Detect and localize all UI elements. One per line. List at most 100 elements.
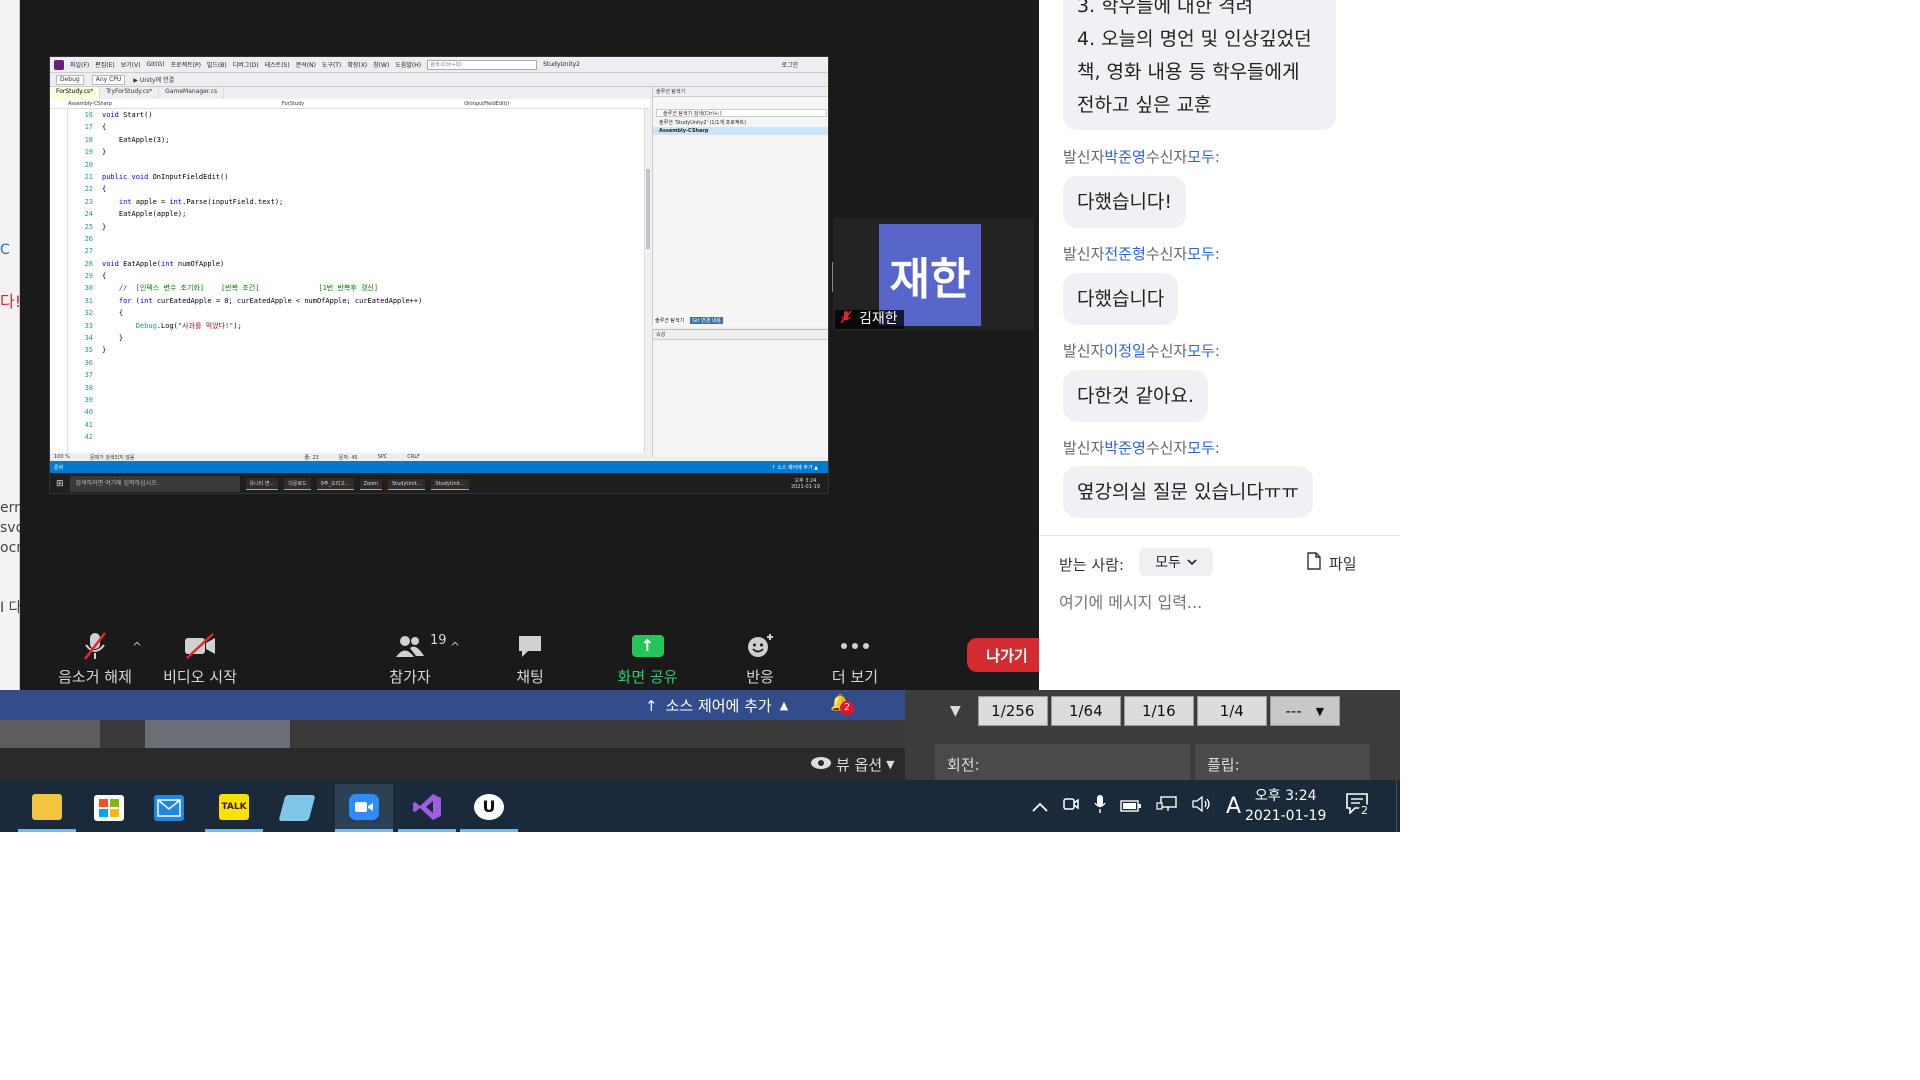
scale-button[interactable]: 1/64	[1050, 696, 1121, 726]
scale-button[interactable]: 1/4	[1196, 696, 1267, 726]
menu-item[interactable]: 도구(T)	[322, 60, 341, 69]
menu-item[interactable]: 확장(X)	[347, 60, 367, 69]
code-line: {	[102, 309, 124, 318]
participants-options-caret-icon[interactable]: ^	[450, 640, 460, 654]
caret-up-icon: ▲	[779, 699, 789, 712]
line-number: 24	[84, 210, 93, 219]
taskbar-kakaotalk[interactable]: TALK	[205, 784, 263, 832]
tab-git-changes[interactable]: Git 변경 내용	[690, 317, 724, 324]
recipient-name[interactable]: 모두	[1187, 342, 1215, 360]
leave-meeting-button[interactable]: 나가기	[967, 638, 1047, 672]
sender-name[interactable]: 전준형	[1104, 245, 1145, 263]
collapse-arrow-icon[interactable]: ▼	[950, 703, 961, 719]
menu-item[interactable]: 프로젝트(P)	[171, 60, 201, 69]
col-indicator: 문자: 45	[338, 454, 358, 461]
code-editor[interactable]: 16 17 18 19 20 21 22 23 24 25 26 27 28 2…	[50, 109, 650, 453]
participant-video-tile[interactable]: 재한 김재한	[833, 218, 1034, 331]
notification-center-icon[interactable]: 2	[1345, 792, 1370, 820]
share-screen-button[interactable]: ↑ 화면 공유	[600, 630, 695, 687]
notification-count: 2	[1359, 804, 1370, 817]
view-options-button[interactable]: 뷰 옵션 ▼	[810, 754, 895, 775]
unmute-label: 음소거 해제	[58, 668, 132, 686]
zoom-level[interactable]: 100 %	[54, 454, 70, 460]
menu-item[interactable]: 보기(V)	[121, 60, 141, 69]
config-dropdown[interactable]: Debug	[56, 74, 84, 85]
project-node[interactable]: Assembly-CSharp	[653, 127, 828, 135]
menu-item[interactable]: 파일(F)	[70, 60, 89, 69]
menu-item[interactable]: 창(W)	[373, 60, 389, 69]
volume-icon[interactable]	[1192, 795, 1212, 817]
scale-button[interactable]: 1/16	[1123, 696, 1194, 726]
rotation-field[interactable]: 회전:	[935, 744, 1190, 780]
folder-icon	[32, 793, 62, 820]
recipient-name[interactable]: 모두	[1187, 245, 1215, 263]
menu-item[interactable]: 편집(E)	[95, 60, 115, 69]
platform-dropdown[interactable]: Any CPU	[91, 74, 126, 85]
reactions-button[interactable]: 반응	[730, 630, 790, 687]
audio-options-caret-icon[interactable]: ^	[132, 640, 142, 654]
taskbar-unreal[interactable]: U	[460, 784, 518, 832]
chat-button[interactable]: 채팅	[500, 630, 560, 687]
file-button[interactable]: 파일	[1307, 552, 1357, 574]
input-language-indicator[interactable]: A	[1226, 794, 1241, 819]
recipient-name[interactable]: 모두	[1187, 148, 1215, 166]
tab-tryforstudy[interactable]: TryForStudy.cs*	[100, 87, 160, 99]
taskbar-file-explorer[interactable]	[18, 784, 76, 832]
menu-item[interactable]: 분석(N)	[296, 60, 316, 69]
unmute-button[interactable]: 음소거 해제	[50, 630, 140, 687]
thumbnail[interactable]	[0, 720, 100, 748]
receiver-dropdown[interactable]: 모두	[1139, 548, 1213, 576]
notification-bell-icon[interactable]: 🔔 2	[830, 693, 854, 715]
background-window-lower: ↑ 소스 제어에 추가 ▲ 🔔 2 뷰 옵션 ▼	[0, 690, 905, 780]
recipient-name[interactable]: 모두	[1187, 439, 1215, 457]
line-number: 34	[84, 334, 93, 343]
attach-unity-button[interactable]: ▶ Unity에 연결	[133, 75, 174, 84]
tab-gamemanager[interactable]: GameManager.cs	[159, 87, 225, 99]
sender-name[interactable]: 이정일	[1104, 342, 1145, 360]
editor-scrollbar[interactable]	[644, 109, 650, 453]
taskbar-clock[interactable]: 오후 3:24 2021-01-19	[1245, 786, 1326, 826]
class-dropdown[interactable]: ForStudy	[282, 101, 304, 107]
flip-field[interactable]: 플립:	[1195, 744, 1370, 780]
scale-dropdown[interactable]: --- ▼	[1269, 696, 1340, 726]
show-hidden-icons-chevron-icon[interactable]	[1032, 796, 1048, 817]
show-desktop-button[interactable]	[1396, 780, 1400, 832]
sender-name[interactable]: 박준영	[1104, 439, 1145, 457]
line-number: 30	[84, 284, 93, 293]
taskbar-visual-studio[interactable]	[398, 784, 456, 832]
chat-message-input[interactable]	[1059, 588, 1379, 616]
solution-search[interactable]: 솔루션 탐색기 검색(Ctrl+;)	[656, 109, 827, 117]
tab-solution-explorer[interactable]: 솔루션 탐색기	[653, 317, 687, 324]
taskbar-zoom[interactable]	[335, 784, 393, 832]
taskbar-mail[interactable]	[140, 784, 198, 832]
properties-panel: 속성	[652, 329, 828, 457]
vs-search-box[interactable]: 검색 (Ctrl+Q)	[427, 59, 538, 70]
line-number: 32	[84, 309, 93, 318]
scale-button[interactable]: 1/256	[977, 696, 1048, 726]
add-to-source-control-button[interactable]: ↑ 소스 제어에 추가 ▲	[645, 695, 788, 716]
participants-button[interactable]: 19 참가자	[375, 630, 446, 687]
taskbar-notepad[interactable]	[268, 784, 326, 832]
menu-item[interactable]: 도움말(H)	[395, 60, 421, 69]
menu-item[interactable]: Git(G)	[147, 61, 165, 68]
solution-node[interactable]: 솔루션 'StudyUnity2' (1/1개 프로젝트)	[653, 119, 828, 127]
chat-message-bubble: 다했습니다!	[1063, 176, 1187, 228]
more-button[interactable]: 더 보기	[815, 630, 895, 687]
issues-indicator[interactable]: 문제가 검색되지 않음	[90, 454, 135, 461]
tab-forstudy[interactable]: ForStudy.cs*	[50, 87, 101, 99]
network-icon[interactable]	[1156, 795, 1178, 818]
menu-item[interactable]: 빌드(B)	[207, 60, 227, 69]
sender-name[interactable]: 박준영	[1104, 148, 1145, 166]
menu-item[interactable]: 디버그(D)	[233, 60, 259, 69]
member-dropdown[interactable]: OnInputFieldEdit()	[464, 101, 509, 107]
microphone-icon[interactable]	[1094, 794, 1106, 819]
battery-icon[interactable]	[1120, 796, 1142, 817]
vs-login[interactable]: 로그인	[781, 60, 798, 69]
menu-item[interactable]: 테스트(S)	[265, 60, 290, 69]
project-dropdown[interactable]: Assembly-CSharp	[68, 101, 112, 107]
meet-now-icon[interactable]	[1062, 795, 1080, 818]
start-video-button[interactable]: 비디오 시작	[150, 630, 250, 687]
source-control-button[interactable]: ↑ 소스 제어에 추가 ▲	[771, 464, 818, 471]
thumbnail[interactable]	[145, 720, 290, 748]
taskbar-store[interactable]	[80, 784, 138, 832]
